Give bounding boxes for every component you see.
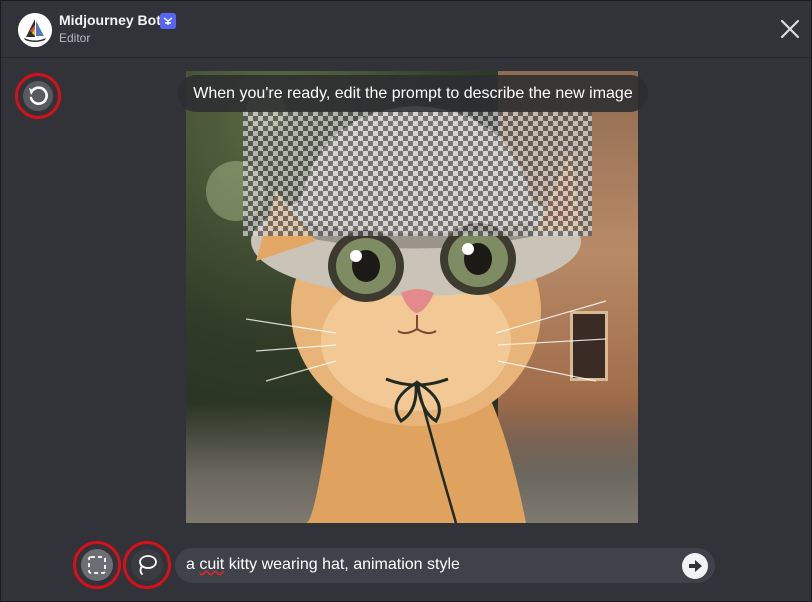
lasso-select-button[interactable] (123, 541, 171, 589)
prompt-misspelled-word: cuit (199, 556, 225, 573)
send-button[interactable] (682, 553, 708, 579)
bot-name: Midjourney Bot (59, 12, 161, 28)
bot-badge-icon (160, 13, 176, 29)
prompt-input-value[interactable]: a cuit kitty wearing hat, animation styl… (186, 556, 460, 574)
bot-avatar (18, 13, 52, 47)
sailboat-logo-icon (18, 13, 52, 47)
editor-header: Midjourney Bot Editor (1, 1, 811, 58)
editor-subtitle: Editor (59, 31, 91, 45)
lasso-select-bg (131, 549, 163, 581)
rectangle-select-bg (81, 549, 113, 581)
close-icon (780, 19, 800, 39)
close-button[interactable] (777, 16, 803, 42)
rectangle-select-icon (88, 556, 106, 574)
lasso-select-icon (139, 555, 157, 575)
editor-window: Midjourney Bot Editor When you're ready,… (0, 0, 812, 602)
rectangle-select-button[interactable] (73, 541, 121, 589)
undo-button-bg (23, 81, 53, 111)
prompt-text-start: a (186, 556, 200, 573)
send-arrow-icon (689, 560, 702, 572)
bot-badge (160, 13, 176, 29)
undo-icon (29, 86, 48, 105)
erased-mask-area (243, 111, 592, 236)
prompt-text-end: kitty wearing hat, animation style (224, 556, 460, 573)
prompt-input[interactable]: a cuit kitty wearing hat, animation styl… (175, 548, 715, 583)
undo-button[interactable] (15, 73, 61, 119)
editor-hint-tooltip: When you're ready, edit the prompt to de… (178, 75, 648, 112)
